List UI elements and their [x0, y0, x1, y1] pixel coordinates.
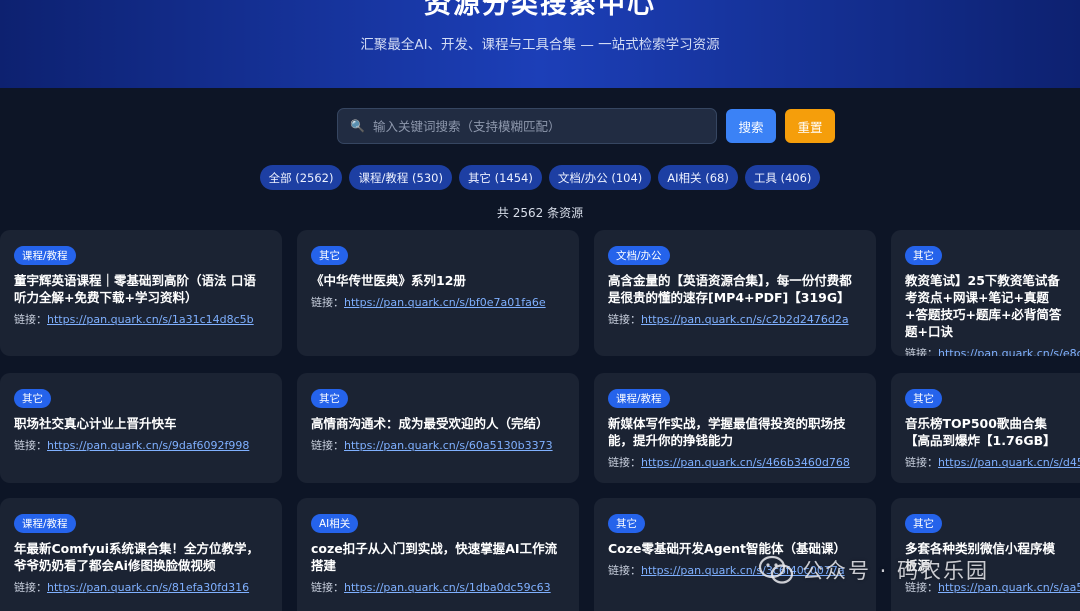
category-badge: 其它 [905, 389, 942, 408]
category-badge: 其它 [905, 246, 942, 265]
result-count: 共 2562 条资源 [496, 206, 584, 220]
resource-card[interactable]: 其它 音乐榜TOP500歌曲合集【高品到爆炸【1.76GB】 链接：https:… [891, 373, 1080, 483]
category-badge: 其它 [608, 514, 645, 533]
category-badge: 课程/教程 [608, 389, 670, 408]
resource-link[interactable]: https://pan.quark.cn/s/1a31c14d8c5b [47, 313, 254, 326]
category-badge: 课程/教程 [14, 514, 76, 533]
resource-link[interactable]: https://pan.quark.cn/s/9daf6092f998 [47, 439, 249, 452]
link-label: 链接： [14, 313, 47, 326]
filter-all[interactable]: 全部 (2562) [259, 165, 343, 190]
resource-link[interactable]: https://pan.quark.cn/s/d4535 [938, 456, 1080, 469]
card-link-row: 链接：https://pan.quark.cn/s/c2b2d2476d2a [608, 311, 862, 327]
card-title: 新媒体写作实战，学握最值得投资的职场技能，提升你的挣钱能力 [608, 416, 846, 448]
search-box[interactable]: 🔍 [337, 108, 717, 144]
resource-link[interactable]: https://pan.quark.cn/s/60a5130b3373 [344, 439, 553, 452]
link-label: 链接： [14, 581, 47, 594]
link-label: 链接： [311, 581, 344, 594]
page-subtitle: 汇聚最全AI、开发、课程与工具合集 — 一站式检索学习资源 [360, 37, 720, 53]
card-link-row: 链接：https://pan.quark.cn/s/1dba0dc59c63 [311, 579, 565, 595]
resource-card[interactable]: AI相关 coze扣子从入门到实战，快速掌握AI工作流搭建 链接：https:/… [297, 498, 579, 611]
card-title: coze扣子从入门到实战，快速掌握AI工作流搭建 [311, 541, 558, 573]
filter-ai[interactable]: AI相关 (68) [658, 165, 738, 190]
link-label: 链接： [608, 313, 641, 326]
resource-card[interactable]: 课程/教程 年最新Comfyui系统课合集！全方位教学，爷爷奶奶看了都会Ai修图… [0, 498, 282, 611]
resource-link[interactable]: https://pan.quark.cn/s/bf0e7a01fa6e [344, 296, 546, 309]
search-button[interactable]: 搜索 [726, 109, 776, 143]
resource-card[interactable]: 其它 职场社交真心计业上晋升快车 链接：https://pan.quark.cn… [0, 373, 282, 483]
category-badge: 其它 [905, 514, 942, 533]
card-title: 《中华传世医典》系列12册 [311, 273, 466, 288]
reset-button[interactable]: 重置 [785, 109, 835, 143]
card-link-row: 链接：https://pan.quark.cn/s/d4535 [905, 454, 1080, 470]
resource-link[interactable]: https://pan.quark.cn/s/466b3460d768 [641, 456, 850, 469]
filter-courses[interactable]: 课程/教程 (530) [349, 165, 452, 190]
card-title: 年最新Comfyui系统课合集！全方位教学，爷爷奶奶看了都会Ai修图换脸做视频 [14, 541, 260, 573]
card-title: 高情商沟通术：成为最受欢迎的人（完结） [311, 416, 549, 431]
resource-card[interactable]: 课程/教程 董宇辉英语课程｜零基础到高阶（语法 口语 听力全解+免费下载+学习资… [0, 230, 282, 356]
resource-card[interactable]: 文档/办公 高含金量的【英语资源合集】，每一份付费都是很贵的懂的速存[MP4+P… [594, 230, 876, 356]
filter-documents[interactable]: 文档/办公 (104) [548, 165, 652, 190]
resource-card[interactable]: 课程/教程 新媒体写作实战，学握最值得投资的职场技能，提升你的挣钱能力 链接：h… [594, 373, 876, 483]
search-icon: 🔍 [350, 119, 365, 133]
search-input[interactable] [372, 118, 716, 134]
card-link-row: 链接：https://pan.quark.cn/s/81efa30fd316 [14, 579, 268, 595]
filter-other[interactable]: 其它 (1454) [458, 165, 542, 190]
wechat-watermark: 公众号 · 码农乐园 [758, 552, 989, 588]
category-badge: 其它 [311, 389, 348, 408]
watermark-text: 公众号 · 码农乐园 [802, 559, 990, 583]
card-title: 教资笔试】25下教资笔试备考资点+网课+笔记+真题+答题技巧+题库+必背简答题+… [905, 273, 1062, 339]
header-banner: 资源分类搜索中心 汇聚最全AI、开发、课程与工具合集 — 一站式检索学习资源 [0, 0, 1080, 88]
link-label: 链接： [14, 439, 47, 452]
card-link-row: 链接：https://pan.quark.cn/s/60a5130b3373 [311, 437, 565, 453]
card-link-row: 链接：https://pan.quark.cn/s/bf0e7a01fa6e [311, 294, 565, 310]
resource-link[interactable]: https://pan.quark.cn/s/81efa30fd316 [47, 581, 249, 594]
filter-tools[interactable]: 工具 (406) [744, 165, 821, 190]
page-title: 资源分类搜索中心 [424, 0, 656, 20]
card-link-row: 链接：https://pan.quark.cn/s/1a31c14d8c5b [14, 311, 268, 327]
resource-card[interactable]: 其它 高情商沟通术：成为最受欢迎的人（完结） 链接：https://pan.qu… [297, 373, 579, 483]
resource-link[interactable]: https://pan.quark.cn/s/c2b2d2476d2a [641, 313, 849, 326]
card-link-row: 链接：https://pan.quark.cn/s/9daf6092f998 [14, 437, 268, 453]
resource-card[interactable]: 其它 《中华传世医典》系列12册 链接：https://pan.quark.cn… [297, 230, 579, 356]
resource-card[interactable]: 其它 教资笔试】25下教资笔试备考资点+网课+笔记+真题+答题技巧+题库+必背简… [891, 230, 1080, 356]
category-badge: 其它 [14, 389, 51, 408]
link-label: 链接： [311, 439, 344, 452]
resource-link[interactable]: https://pan.quark.cn/s/1dba0dc59c63 [344, 581, 551, 594]
link-label: 链接： [905, 347, 938, 356]
wechat-icon [758, 555, 794, 585]
category-filters: 全部 (2562) 课程/教程 (530) 其它 (1454) 文档/办公 (1… [0, 165, 1080, 190]
card-title: 董宇辉英语课程｜零基础到高阶（语法 口语 听力全解+免费下载+学习资料） [14, 273, 256, 305]
link-label: 链接： [608, 456, 641, 469]
card-link-row: 链接：https://pan.quark.cn/s/466b3460d768 [608, 454, 862, 470]
category-badge: AI相关 [311, 514, 359, 533]
category-badge: 文档/办公 [608, 246, 670, 265]
card-link-row: 链接：https://pan.quark.cn/s/e8c0c [905, 345, 1080, 356]
card-title: 音乐榜TOP500歌曲合集【高品到爆炸【1.76GB】 [905, 416, 1056, 448]
link-label: 链接： [905, 456, 938, 469]
category-badge: 其它 [311, 246, 348, 265]
resource-link[interactable]: https://pan.quark.cn/s/e8c0c [938, 347, 1080, 356]
link-label: 链接： [608, 564, 641, 577]
card-title: 高含金量的【英语资源合集】，每一份付费都是很贵的懂的速存[MP4+PDF]【31… [608, 273, 852, 305]
card-title: 职场社交真心计业上晋升快车 [14, 416, 177, 431]
link-label: 链接： [311, 296, 344, 309]
category-badge: 课程/教程 [14, 246, 76, 265]
